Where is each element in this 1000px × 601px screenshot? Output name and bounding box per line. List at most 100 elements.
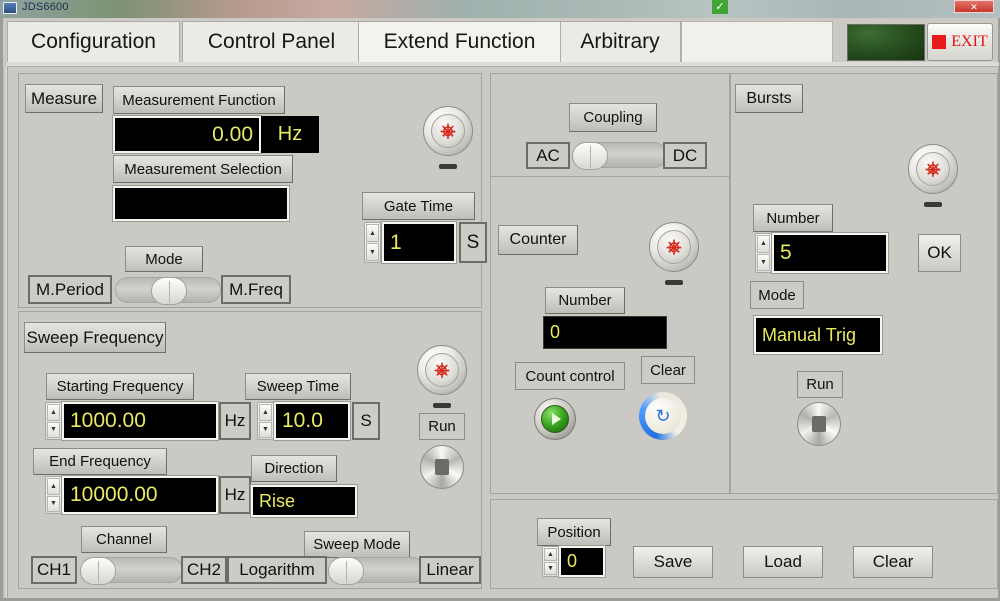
stepper-up-icon[interactable]: ▲ [47, 404, 60, 421]
stepper-down-icon[interactable]: ▼ [757, 253, 770, 271]
sweep-run-knob[interactable] [420, 445, 464, 489]
bursts-run-knob[interactable] [797, 402, 841, 446]
bursts-power-indicator [924, 202, 942, 207]
measurement-function-display: 0.00 [113, 116, 261, 153]
monitor-icon [3, 2, 17, 14]
gate-time-display[interactable]: 1 [382, 222, 456, 263]
save-button[interactable]: Save [633, 546, 713, 578]
stepper-up-icon[interactable]: ▲ [259, 404, 272, 421]
tab-configuration[interactable]: Configuration [7, 21, 180, 62]
sweep-mode-linear-button[interactable]: Linear [419, 556, 481, 584]
bursts-number-label: Number [753, 204, 833, 232]
coupling-toggle[interactable] [572, 142, 667, 170]
sweep-time-display[interactable]: 10.0 [274, 402, 350, 440]
channel-toggle-knob[interactable] [80, 557, 116, 585]
starting-frequency-label: Starting Frequency [46, 373, 194, 400]
end-frequency-display[interactable]: 10000.00 [62, 476, 218, 514]
measure-mode-toggle[interactable] [115, 277, 221, 305]
measure-power-button[interactable]: ⎈ [423, 106, 473, 156]
position-display[interactable]: 0 [559, 546, 605, 577]
close-icon[interactable]: ✕ [954, 0, 994, 13]
sweep-time-stepper[interactable]: ▲ ▼ [257, 402, 274, 440]
left-scroll-sliver[interactable] [3, 67, 8, 597]
coupling-dc-button[interactable]: DC [663, 142, 707, 169]
tab-control-panel[interactable]: Control Panel [182, 21, 361, 62]
count-control-button[interactable] [534, 398, 576, 440]
tab-bar-filler [681, 21, 833, 62]
measurement-function-unit: Hz [261, 116, 319, 153]
clear-button[interactable]: Clear [853, 546, 933, 578]
end-frequency-unit: Hz [219, 476, 251, 514]
stepper-down-icon[interactable]: ▼ [544, 562, 557, 575]
storage-panel: Position ▲ ▼ 0 Save Load Clear [490, 499, 998, 589]
stepper-up-icon[interactable]: ▲ [544, 548, 557, 561]
bursts-ok-button[interactable]: OK [918, 234, 961, 272]
bursts-mode-combo[interactable]: Manual Trig [754, 316, 882, 354]
measure-panel: Measure Measurement Function 0.00 Hz Mea… [18, 73, 487, 308]
sweep-mode-logarithm-button[interactable]: Logarithm [227, 556, 327, 584]
green-status-panel [847, 24, 925, 61]
measure-mode-period-button[interactable]: M.Period [28, 275, 112, 304]
direction-label: Direction [251, 455, 337, 482]
stepper-down-icon[interactable]: ▼ [47, 421, 60, 438]
measurement-function-label: Measurement Function [113, 86, 285, 114]
counter-clear-label: Clear [641, 356, 695, 384]
channel-ch2-button[interactable]: CH2 [181, 556, 227, 584]
counter-number-label: Number [545, 287, 625, 314]
stepper-down-icon[interactable]: ▼ [259, 421, 272, 438]
measure-mode-toggle-knob[interactable] [151, 277, 188, 305]
stepper-down-icon[interactable]: ▼ [366, 243, 379, 261]
count-control-label: Count control [515, 362, 625, 390]
channel-toggle[interactable] [80, 557, 183, 585]
counter-panel: Counter ⎈ Number 0 Count control Clear ↻ [490, 176, 730, 494]
channel-ch1-button[interactable]: CH1 [31, 556, 77, 584]
refresh-icon: ↻ [645, 398, 681, 434]
end-frequency-label: End Frequency [33, 448, 167, 475]
desktop-background: JDS6600 ✓ ✕ [0, 0, 1000, 18]
counter-power-indicator [665, 280, 683, 285]
window-title: JDS6600 [22, 1, 69, 13]
tab-strip-underline [7, 62, 999, 67]
stepper-up-icon[interactable]: ▲ [47, 478, 60, 495]
channel-label: Channel [81, 526, 167, 553]
counter-panel-title: Counter [498, 225, 578, 255]
bursts-number-stepper[interactable]: ▲ ▼ [755, 233, 772, 273]
bursts-panel-title: Bursts [735, 84, 803, 113]
tab-extend-function[interactable]: Extend Function [358, 21, 561, 62]
measure-mode-freq-button[interactable]: M.Freq [221, 275, 291, 304]
measure-power-indicator [439, 164, 457, 169]
coupling-toggle-knob[interactable] [572, 142, 608, 170]
load-button[interactable]: Load [743, 546, 823, 578]
sweep-panel-title: Sweep Frequency [24, 322, 166, 353]
coupling-panel: Coupling AC DC [490, 73, 730, 190]
check-icon: ✓ [712, 0, 728, 14]
position-stepper[interactable]: ▲ ▼ [542, 546, 559, 577]
tab-arbitrary[interactable]: Arbitrary [559, 21, 681, 62]
sweep-mode-toggle[interactable] [328, 557, 425, 585]
coupling-ac-button[interactable]: AC [526, 142, 570, 169]
stepper-up-icon[interactable]: ▲ [366, 224, 379, 242]
sweep-run-label: Run [419, 413, 465, 440]
stepper-down-icon[interactable]: ▼ [47, 495, 60, 512]
exit-button[interactable]: EXIT [927, 23, 993, 61]
sweep-time-label: Sweep Time [245, 373, 351, 400]
sweep-power-button[interactable]: ⎈ [417, 345, 467, 395]
coupling-label: Coupling [569, 103, 657, 132]
end-frequency-stepper[interactable]: ▲ ▼ [45, 476, 62, 514]
gate-time-stepper[interactable]: ▲ ▼ [364, 222, 381, 263]
counter-power-button[interactable]: ⎈ [649, 222, 699, 272]
play-icon [541, 405, 569, 433]
stepper-up-icon[interactable]: ▲ [757, 235, 770, 253]
exit-button-label: EXIT [951, 33, 988, 50]
gate-time-unit: S [459, 222, 487, 263]
counter-clear-button[interactable]: ↻ [639, 392, 687, 440]
starting-frequency-unit: Hz [219, 402, 251, 440]
bursts-number-display[interactable]: 5 [772, 233, 888, 273]
sweep-mode-toggle-knob[interactable] [328, 557, 364, 585]
direction-combo[interactable]: Rise [251, 485, 357, 517]
measurement-selection-combo[interactable] [113, 186, 289, 221]
power-icon: ⎈ [431, 114, 465, 148]
starting-frequency-stepper[interactable]: ▲ ▼ [45, 402, 62, 440]
starting-frequency-display[interactable]: 1000.00 [62, 402, 218, 440]
bursts-power-button[interactable]: ⎈ [908, 144, 958, 194]
